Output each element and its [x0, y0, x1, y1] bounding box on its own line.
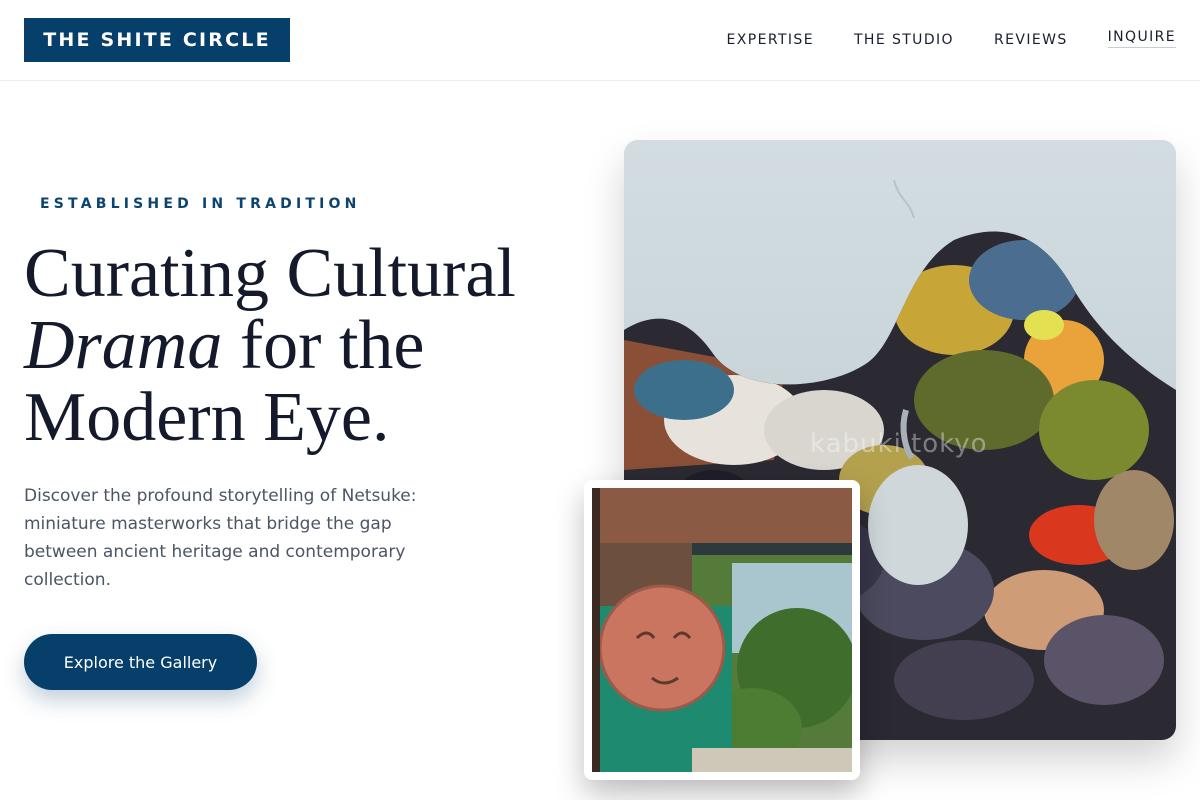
- logo[interactable]: THE SHITE CIRCLE: [24, 18, 290, 62]
- explore-gallery-button[interactable]: Explore the Gallery: [24, 634, 257, 690]
- hero-headline: Curating Cultural Drama for the Modern E…: [24, 238, 584, 454]
- mask-photo-frame: [584, 480, 860, 780]
- headline-line-3: Modern Eye.: [24, 379, 390, 456]
- mask-photo-illustration: [592, 488, 852, 772]
- nav-the-studio[interactable]: THE STUDIO: [854, 31, 954, 51]
- nav-inquire[interactable]: INQUIRE: [1107, 28, 1176, 48]
- main-nav: EXPERTISE THE STUDIO REVIEWS INQUIRE: [687, 28, 1176, 51]
- headline-line-1: Curating Cultural: [24, 235, 516, 312]
- headline-line-2: for the: [222, 307, 425, 384]
- hero-description: Discover the profound storytelling of Ne…: [24, 486, 417, 590]
- nav-expertise[interactable]: EXPERTISE: [727, 31, 814, 51]
- site-header: THE SHITE CIRCLE EXPERTISE THE STUDIO RE…: [0, 0, 1200, 81]
- hero-eyebrow: ESTABLISHED IN TRADITION: [40, 196, 361, 212]
- mask-photo: [592, 488, 852, 772]
- nav-reviews[interactable]: REVIEWS: [994, 31, 1068, 51]
- image-watermark: kabuki tokyo: [810, 429, 988, 459]
- headline-italic: Drama: [24, 307, 223, 384]
